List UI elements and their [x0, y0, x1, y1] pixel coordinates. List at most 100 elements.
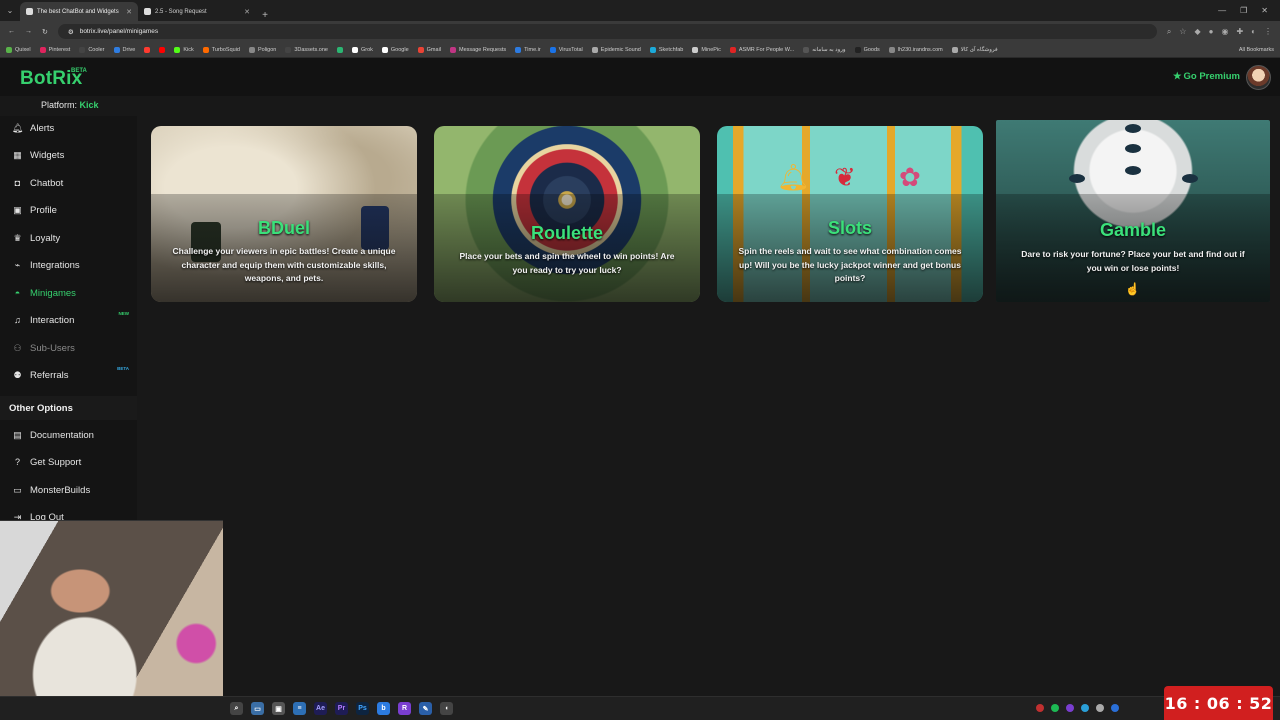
- browser-tab-song-request[interactable]: 2.5 - Song Request ✕: [138, 2, 256, 21]
- bookmark-favicon-icon: [888, 46, 895, 53]
- bookmark-item[interactable]: ورود به سامانه: [803, 46, 846, 53]
- sidebar-item-minigames[interactable]: ◓ Minigames: [0, 281, 137, 305]
- browser-tab-botrix[interactable]: The best ChatBot and Widgets ✕: [20, 2, 138, 21]
- bluetooth-icon[interactable]: [1111, 704, 1119, 712]
- bookmark-item[interactable]: Sketchfab: [649, 46, 683, 53]
- menu-icon[interactable]: ⋮: [1264, 27, 1272, 37]
- beta-badge: BETA: [71, 68, 87, 74]
- bookmark-item[interactable]: Google: [381, 46, 409, 53]
- forward-icon[interactable]: →: [25, 28, 32, 35]
- tray-app-icon[interactable]: [1066, 704, 1074, 712]
- sidebar-item-loyalty[interactable]: ♛ Loyalty: [0, 226, 137, 250]
- extension-icon[interactable]: ●: [1209, 27, 1214, 37]
- premiere-icon[interactable]: Pr: [335, 702, 348, 715]
- bookmark-label: MinePic: [701, 46, 721, 53]
- bookmark-item[interactable]: Goods: [854, 46, 880, 53]
- bookmark-item[interactable]: lh230.irandns.com: [888, 46, 943, 53]
- zoom-icon[interactable]: ⌕: [1167, 27, 1171, 37]
- blender-bridge-icon[interactable]: b: [377, 702, 390, 715]
- photoshop-icon[interactable]: Ps: [356, 702, 369, 715]
- game-card-slots[interactable]: 🔔︎ ❦ ✿ Slots Spin the reels and wait to …: [717, 126, 983, 302]
- bookmark-favicon-icon: [692, 46, 699, 53]
- bookmark-item[interactable]: VirusTotal: [549, 46, 583, 53]
- bookmark-item[interactable]: فروشگاه آی کالا: [951, 46, 998, 53]
- close-window-icon[interactable]: ✕: [1261, 6, 1268, 15]
- game-description: Challenge your viewers in epic battles! …: [172, 246, 396, 283]
- bookmark-favicon-icon: [450, 46, 457, 53]
- bookmark-item[interactable]: TurboSquid: [202, 46, 240, 53]
- bookmark-item[interactable]: Gmail: [417, 46, 441, 53]
- bookmark-item[interactable]: Epidemic Sound: [591, 46, 641, 53]
- close-tab-icon[interactable]: ✕: [244, 8, 250, 16]
- game-card-bduel[interactable]: BDuel Challenge your viewers in epic bat…: [151, 126, 417, 302]
- close-tab-icon[interactable]: ✕: [126, 8, 132, 16]
- sidebar-item-get-support[interactable]: ? Get Support: [0, 450, 137, 474]
- go-premium-button[interactable]: ★ Go Premium: [1173, 71, 1240, 82]
- url-field[interactable]: ⚙ botrix.live/panel/minigames: [57, 24, 1157, 39]
- profile-icon[interactable]: ◐: [1251, 27, 1256, 37]
- sidebar-item-alerts[interactable]: 🔔︎ Alerts: [0, 116, 137, 140]
- grid-icon: ▦: [13, 149, 22, 160]
- sidebar-item-monsterbuilds[interactable]: ▭ MonsterBuilds: [0, 478, 137, 502]
- bookmark-item[interactable]: Grok: [351, 46, 373, 53]
- bookmark-item[interactable]: ASMR For People W...: [729, 46, 794, 53]
- tray-app-icon[interactable]: [1096, 704, 1104, 712]
- telegram-icon[interactable]: [1081, 704, 1089, 712]
- search-icon[interactable]: ⌕: [230, 702, 243, 715]
- bookmark-star-icon[interactable]: ☆: [1179, 27, 1186, 37]
- bookmark-label: Grok: [360, 46, 373, 53]
- sidebar-item-integrations[interactable]: ⌁ Integrations: [0, 253, 137, 277]
- bookmark-item[interactable]: Kick: [174, 46, 194, 53]
- sidebar-item-referrals[interactable]: ⚉ Referrals BETA: [0, 363, 137, 387]
- bookmark-item[interactable]: Message Requests: [450, 46, 506, 53]
- back-icon[interactable]: ←: [8, 28, 15, 35]
- site-info-icon[interactable]: ⚙: [68, 28, 74, 36]
- bookmark-label: ورود به سامانه: [812, 46, 846, 53]
- sidebar-item-sub-users[interactable]: ⚇ Sub-Users: [0, 336, 137, 360]
- sidebar-item-label: Referrals: [30, 369, 69, 381]
- sidebar-item-documentation[interactable]: ▤ Documentation: [0, 423, 137, 447]
- extensions-puzzle-icon[interactable]: ✚: [1236, 27, 1243, 37]
- sidebar-item-profile[interactable]: ▣ Profile: [0, 198, 137, 222]
- game-card-roulette[interactable]: Roulette Place your bets and spin the wh…: [434, 126, 700, 302]
- mouse-tool-icon[interactable]: ◖: [440, 702, 453, 715]
- bookmark-favicon-icon: [549, 46, 556, 53]
- bookmark-item[interactable]: MinePic: [692, 46, 721, 53]
- game-card-gamble[interactable]: Gamble Dare to risk your fortune? Place …: [996, 120, 1270, 302]
- spotify-icon[interactable]: [1051, 704, 1059, 712]
- all-bookmarks-button[interactable]: All Bookmarks: [1239, 47, 1274, 53]
- bookmark-item[interactable]: [336, 46, 343, 53]
- notepad-icon[interactable]: ≡: [293, 702, 306, 715]
- bookmark-item[interactable]: Drive: [113, 46, 136, 53]
- bookmark-item[interactable]: [159, 46, 166, 53]
- file-explorer-icon[interactable]: ▭: [251, 702, 264, 715]
- sidebar-item-chatbot[interactable]: ◘ Chatbot: [0, 171, 137, 195]
- sidebar-item-widgets[interactable]: ▦ Widgets: [0, 143, 137, 167]
- bookmark-label: فروشگاه آی کالا: [960, 46, 998, 53]
- restore-icon[interactable]: ❐: [1240, 6, 1247, 15]
- bookmark-item[interactable]: Poligon: [248, 46, 277, 53]
- sidebar-item-interaction[interactable]: ♫ Interaction NEW: [0, 308, 137, 332]
- bookmark-item[interactable]: Cooler: [79, 46, 105, 53]
- new-tab-icon[interactable]: +: [256, 10, 274, 21]
- after-effects-icon[interactable]: Ae: [314, 702, 327, 715]
- pen-tool-icon[interactable]: ✎: [419, 702, 432, 715]
- user-avatar[interactable]: [1246, 65, 1271, 90]
- bookmark-item[interactable]: Time.ir: [515, 46, 541, 53]
- tab-search-icon[interactable]: ⌄: [0, 0, 20, 21]
- monitor-icon[interactable]: ▣: [272, 702, 285, 715]
- reload-icon[interactable]: ↻: [42, 28, 48, 36]
- app-header: BotRix BETA ★ Go Premium: [0, 58, 1280, 96]
- bookmark-item[interactable]: Quixel: [6, 46, 31, 53]
- bookmark-item[interactable]: 3Dassets.one: [285, 46, 328, 53]
- bookmark-label: Drive: [122, 46, 136, 53]
- bookmark-label: Poligon: [257, 46, 277, 53]
- bookmark-item[interactable]: Pinterest: [39, 46, 70, 53]
- r-app-icon[interactable]: R: [398, 702, 411, 715]
- music-icon: ♫: [14, 315, 21, 325]
- extension-icon[interactable]: ◆: [1194, 27, 1200, 37]
- tray-app-icon[interactable]: [1036, 704, 1044, 712]
- extension-icon[interactable]: ◉: [1221, 27, 1228, 37]
- bookmark-item[interactable]: [144, 46, 151, 53]
- minimize-icon[interactable]: —: [1218, 6, 1226, 15]
